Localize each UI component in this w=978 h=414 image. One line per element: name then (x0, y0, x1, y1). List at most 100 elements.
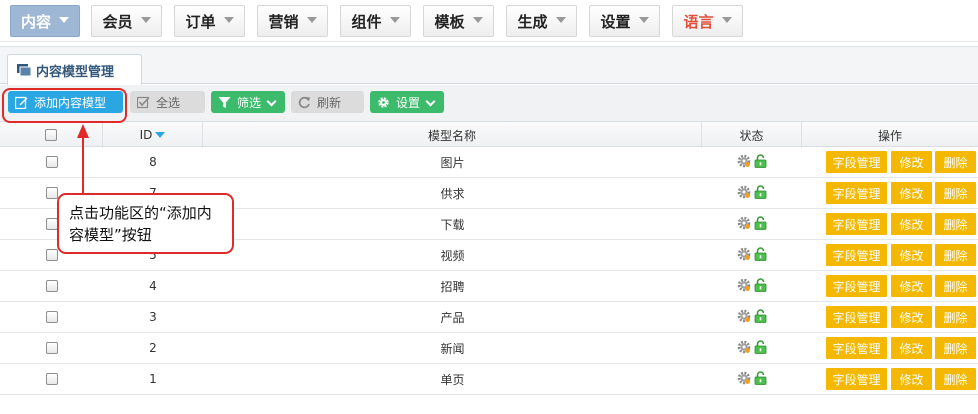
delete-button[interactable]: 删除 (935, 244, 976, 266)
lock-icon[interactable] (754, 339, 767, 357)
lock-icon[interactable] (754, 215, 767, 233)
gear-icon[interactable] (737, 340, 751, 357)
delete-button[interactable]: 删除 (935, 306, 976, 328)
edit-button[interactable]: 修改 (891, 182, 932, 204)
chevron-down-icon (306, 16, 317, 26)
filter-label: 筛选 (237, 95, 262, 110)
row-status (702, 209, 802, 239)
row-model-name: 供求 (440, 186, 465, 201)
row-model-name: 单页 (440, 372, 465, 387)
row-checkbox[interactable] (45, 156, 58, 168)
gear-icon[interactable] (737, 216, 751, 233)
row-id: 8 (149, 155, 157, 169)
header-id-label: ID (139, 128, 153, 142)
edit-button[interactable]: 修改 (891, 244, 932, 266)
header-id[interactable]: ID (103, 122, 203, 148)
row-select-cell (0, 147, 103, 177)
row-select-cell (0, 333, 103, 363)
gear-icon[interactable] (737, 309, 751, 326)
nav-item-member[interactable]: 会员 (91, 5, 162, 37)
field-management-button[interactable]: 字段管理 (826, 368, 887, 390)
row-checkbox[interactable] (45, 311, 58, 323)
filter-button[interactable]: 筛选 (211, 91, 285, 113)
gear-icon[interactable] (737, 371, 751, 388)
nav-label: 订单 (185, 12, 216, 31)
lock-icon[interactable] (754, 246, 767, 264)
nav-item-order[interactable]: 订单 (174, 5, 245, 37)
nav-item-template[interactable]: 模板 (423, 5, 494, 37)
row-checkbox[interactable] (45, 249, 58, 261)
nav-item-content[interactable]: 内容 (10, 5, 80, 37)
sort-down-icon (155, 132, 166, 138)
field-management-button[interactable]: 字段管理 (826, 337, 887, 359)
nav-item-language[interactable]: 语言 (672, 5, 743, 37)
tab-content-model-management[interactable]: 内容模型管理 (7, 54, 142, 85)
gear-icon[interactable] (737, 154, 751, 171)
edit-button[interactable]: 修改 (891, 213, 932, 235)
edit-button[interactable]: 修改 (891, 368, 932, 390)
edit-button[interactable]: 修改 (891, 306, 932, 328)
lock-icon[interactable] (754, 308, 767, 326)
instruction-callout: 点击功能区的“添加内容模型”按钮 (57, 193, 234, 254)
header-model-name: 模型名称 (203, 122, 702, 148)
row-id: 3 (149, 310, 157, 324)
chevron-down-icon (721, 16, 732, 26)
delete-button[interactable]: 删除 (935, 182, 976, 204)
table-row: 3 产品 字段管理 修改 删除 (0, 302, 978, 333)
nav-label: 营销 (268, 12, 299, 31)
select-all-button[interactable]: 全选 (130, 91, 205, 113)
chevron-down-icon (472, 16, 483, 26)
header-select-cell (0, 122, 103, 148)
lock-icon[interactable] (754, 153, 767, 171)
table-header: ID 模型名称 状态 操作 (0, 121, 978, 148)
row-model-name: 产品 (440, 310, 465, 325)
gear-icon[interactable] (737, 185, 751, 202)
nav-label: 设置 (600, 12, 631, 31)
row-checkbox[interactable] (45, 373, 58, 385)
edit-button[interactable]: 修改 (891, 275, 932, 297)
edit-button[interactable]: 修改 (891, 151, 932, 173)
field-management-button[interactable]: 字段管理 (826, 275, 887, 297)
settings-button[interactable]: 设置 (370, 91, 444, 113)
header-status-label: 状态 (739, 128, 764, 143)
field-management-button[interactable]: 字段管理 (826, 182, 887, 204)
row-checkbox[interactable] (45, 187, 58, 199)
delete-button[interactable]: 删除 (935, 368, 976, 390)
delete-button[interactable]: 删除 (935, 337, 976, 359)
field-management-button[interactable]: 字段管理 (826, 306, 887, 328)
field-management-button[interactable]: 字段管理 (826, 151, 887, 173)
select-all-checkbox[interactable] (45, 129, 57, 141)
edit-button[interactable]: 修改 (891, 337, 932, 359)
delete-button[interactable]: 删除 (935, 151, 976, 173)
gear-icon[interactable] (737, 278, 751, 295)
chevron-down-icon (59, 16, 69, 26)
gear-icon (378, 96, 389, 108)
settings-label: 设置 (396, 95, 421, 110)
nav-label: 会员 (102, 12, 133, 31)
nav-item-settings[interactable]: 设置 (589, 5, 660, 37)
refresh-button[interactable]: 刷新 (291, 91, 364, 113)
row-checkbox[interactable] (45, 218, 58, 230)
row-checkbox[interactable] (45, 342, 58, 354)
lock-icon[interactable] (754, 370, 767, 388)
delete-button[interactable]: 删除 (935, 275, 976, 297)
header-actions: 操作 (802, 122, 978, 148)
gear-icon[interactable] (737, 247, 751, 264)
nav-item-marketing[interactable]: 营销 (257, 5, 328, 37)
table-row: 1 单页 字段管理 修改 删除 (0, 364, 978, 395)
nav-item-generate[interactable]: 生成 (506, 5, 577, 37)
row-checkbox[interactable] (45, 280, 58, 292)
checkbox-icon (137, 96, 150, 108)
field-management-button[interactable]: 字段管理 (826, 244, 887, 266)
row-id: 1 (149, 372, 157, 386)
header-actions-label: 操作 (877, 128, 902, 143)
nav-item-component[interactable]: 组件 (340, 5, 411, 37)
lock-icon[interactable] (754, 184, 767, 202)
top-nav: 内容 会员 订单 营销 组件 模板 生成 设置 语言 (0, 0, 978, 42)
field-management-button[interactable]: 字段管理 (826, 213, 887, 235)
lock-icon[interactable] (754, 277, 767, 295)
window-icon (17, 64, 31, 76)
delete-button[interactable]: 删除 (935, 213, 976, 235)
row-status (702, 271, 802, 301)
nav-label: 内容 (20, 12, 51, 31)
